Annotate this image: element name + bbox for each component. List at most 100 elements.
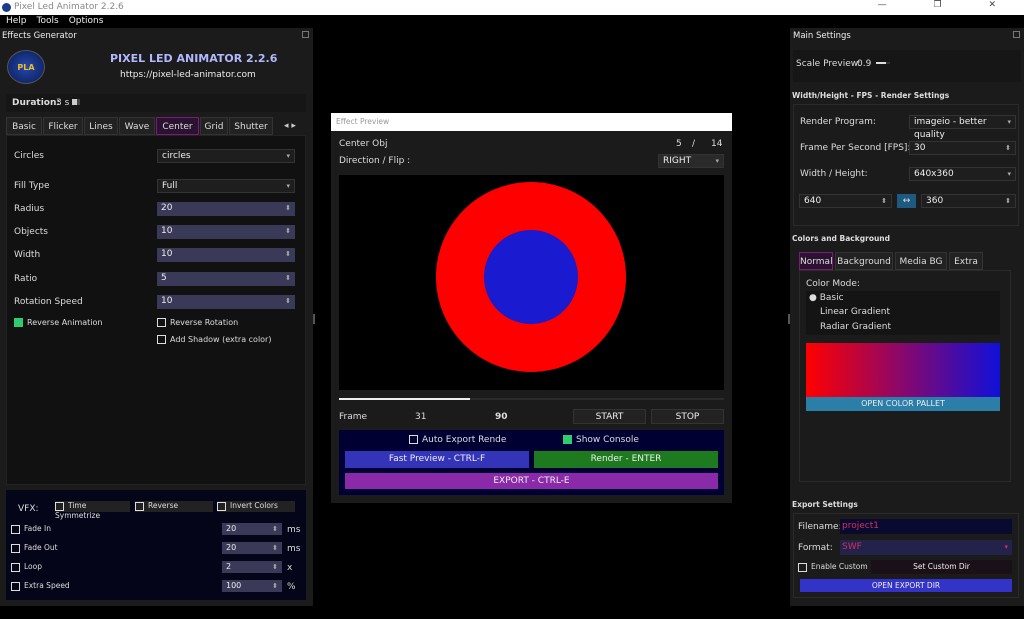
effects-generator-panel: Effects Generator PLA PIXEL LED ANIMATOR… (0, 28, 313, 606)
invert-colors-checkbox[interactable]: Invert Colors (217, 501, 295, 512)
logo: PLA (7, 50, 45, 84)
title-bar: Pixel Led Animator 2.2.6 (0, 0, 1024, 15)
scale-row: Scale Preview: 0.9 (793, 50, 1021, 82)
time-symmetrize-checkbox[interactable]: Time Symmetrize (55, 501, 130, 520)
tab-lines[interactable]: Lines (84, 117, 118, 135)
tab-scroll-arrows[interactable]: ◂ ▸ (284, 121, 296, 131)
preview-title-bar: Effect Preview (331, 113, 732, 131)
render-settings-box: Render Program: imageio - better quality… (793, 104, 1019, 226)
fast-preview-button[interactable]: Fast Preview - CTRL-F (345, 451, 529, 468)
panel-header: Effects Generator (2, 31, 77, 41)
start-button[interactable]: START (573, 409, 646, 424)
rotation-speed-spinbox[interactable]: 10 ⬍ (157, 295, 295, 309)
colors-header: Colors and Background (792, 234, 891, 243)
window-controls[interactable]: — ❐ ✕ (878, 0, 1018, 10)
website-link[interactable]: https://pixel-led-animator.com (120, 70, 256, 80)
fps-spinbox[interactable]: 30 ⬍ (909, 141, 1016, 155)
filename-input[interactable]: project1 (840, 519, 1012, 534)
open-color-pallet-button[interactable]: OPEN COLOR PALLET (806, 397, 1000, 411)
tab-normal[interactable]: Normal (799, 252, 833, 270)
tab-extra[interactable]: Extra (949, 252, 983, 270)
scale-label: Scale Preview: (796, 59, 861, 69)
tab-shutter[interactable]: Shutter (229, 117, 273, 135)
show-console-checkbox[interactable]: Show Console (563, 435, 639, 445)
circles-select[interactable]: circles ▾ (157, 149, 295, 163)
frame-slider[interactable] (339, 398, 724, 400)
objects-spinbox[interactable]: 10 ⬍ (157, 225, 295, 239)
fade-in-unit: ms (287, 525, 301, 535)
fade-in-checkbox[interactable]: Fade In (11, 524, 51, 534)
tab-flicker[interactable]: Flicker (43, 117, 83, 135)
auto-export-checkbox[interactable]: Auto Export Rende (409, 435, 506, 445)
menu-tools[interactable]: Tools (37, 16, 59, 26)
reverse-checkbox[interactable]: Reverse (135, 501, 213, 512)
render-controls: Auto Export Rende Show Console Fast Prev… (339, 430, 724, 495)
radio-radial-gradient[interactable]: Radiar Gradient (820, 322, 891, 332)
height-spinbox[interactable]: 360 ⬍ (921, 194, 1016, 208)
radio-basic[interactable]: ● Basic (809, 293, 844, 303)
reverse-animation-checkbox[interactable]: Reverse Animation (14, 318, 102, 327)
panel-header: Main Settings (793, 31, 851, 41)
duration-slider[interactable] (72, 99, 80, 105)
render-program-label: Render Program: (800, 117, 876, 127)
format-select[interactable]: SWF ▾ (840, 540, 1012, 555)
resolution-select[interactable]: 640x360 ▾ (909, 167, 1016, 181)
inner-circle (484, 230, 578, 324)
export-settings-box: Filename: project1 Format: SWF ▾ Enable C… (793, 513, 1019, 598)
extra-speed-unit: % (287, 582, 296, 592)
width-label: Width (14, 250, 41, 260)
radius-spinbox[interactable]: 20 ⬍ (157, 202, 295, 216)
width-spinbox[interactable]: 640 ⬍ (799, 194, 892, 208)
app-title: PIXEL LED ANIMATOR 2.2.6 (110, 52, 278, 65)
loop-spinbox[interactable]: 2 ⬍ (222, 561, 282, 573)
stop-button[interactable]: STOP (651, 409, 724, 424)
render-program-select[interactable]: imageio - better quality ▾ (909, 115, 1016, 140)
center-obj-settings: Circles circles ▾ Fill Type Full ▾ Radius … (6, 135, 306, 485)
scale-slider[interactable] (876, 62, 890, 64)
render-settings-header: Width/Height - FPS - Render Settings (792, 91, 950, 100)
menu-options[interactable]: Options (69, 16, 104, 26)
export-button[interactable]: EXPORT - CTRL-E (345, 473, 718, 489)
splitter-handle[interactable] (313, 314, 315, 324)
export-header: Export Settings (792, 500, 858, 509)
loop-checkbox[interactable]: Loop (11, 562, 42, 572)
color-settings-box: Color Mode: ● Basic Linear Gradient Radi… (799, 270, 1011, 482)
menu-help[interactable]: Help (6, 16, 27, 26)
render-button[interactable]: Render - ENTER (534, 451, 718, 468)
tab-center-obj[interactable]: Center Obj (156, 117, 199, 150)
frame-label: Frame (339, 412, 368, 422)
reverse-rotation-checkbox[interactable]: Reverse Rotation (157, 318, 238, 327)
direction-select[interactable]: RIGHT ▾ (658, 154, 724, 168)
add-shadow-checkbox[interactable]: Add Shadow (extra color) (157, 335, 271, 344)
tab-background[interactable]: Background (835, 252, 893, 270)
ratio-spinbox[interactable]: 5 ⬍ (157, 272, 295, 286)
set-custom-dir-button[interactable]: Set Custom Dir (871, 560, 1012, 574)
width-spinbox[interactable]: 10 ⬍ (157, 248, 295, 262)
tab-media-bg[interactable]: Media BG (895, 252, 947, 270)
fade-out-spinbox[interactable]: 20 ⬍ (222, 542, 282, 554)
enable-custom-checkbox[interactable]: Enable Custom (798, 562, 868, 572)
filename-label: Filename: (798, 522, 842, 532)
menu-bar: Help Tools Options (0, 15, 1024, 28)
fade-out-unit: ms (287, 544, 301, 554)
tab-basic[interactable]: Basic (6, 117, 42, 135)
open-export-dir-button[interactable]: OPEN EXPORT DIR (800, 579, 1012, 592)
undock-icon[interactable] (1013, 31, 1020, 38)
tab-wave[interactable]: Wave (119, 117, 155, 135)
undock-icon[interactable] (302, 31, 309, 38)
fade-out-checkbox[interactable]: Fade Out (11, 543, 58, 553)
fade-in-spinbox[interactable]: 20 ⬍ (222, 523, 282, 535)
format-label: Format: (798, 543, 833, 553)
link-aspect-button[interactable]: ↔ (897, 194, 916, 208)
fill-type-select[interactable]: Full ▾ (157, 179, 295, 193)
tab-grid[interactable]: Grid (200, 117, 228, 135)
color-gradient-preview (806, 343, 1000, 397)
radio-linear-gradient[interactable]: Linear Gradient (820, 307, 890, 317)
preview-canvas (339, 175, 724, 390)
extra-speed-spinbox[interactable]: 100 ⬍ (222, 580, 282, 592)
scale-value: 0.9 (857, 59, 872, 69)
frame-total: 90 (495, 412, 508, 422)
frame-current: 31 (415, 412, 427, 422)
color-mode-radios: ● Basic Linear Gradient Radiar Gradient (806, 291, 1000, 335)
extra-speed-checkbox[interactable]: Extra Speed (11, 581, 70, 591)
